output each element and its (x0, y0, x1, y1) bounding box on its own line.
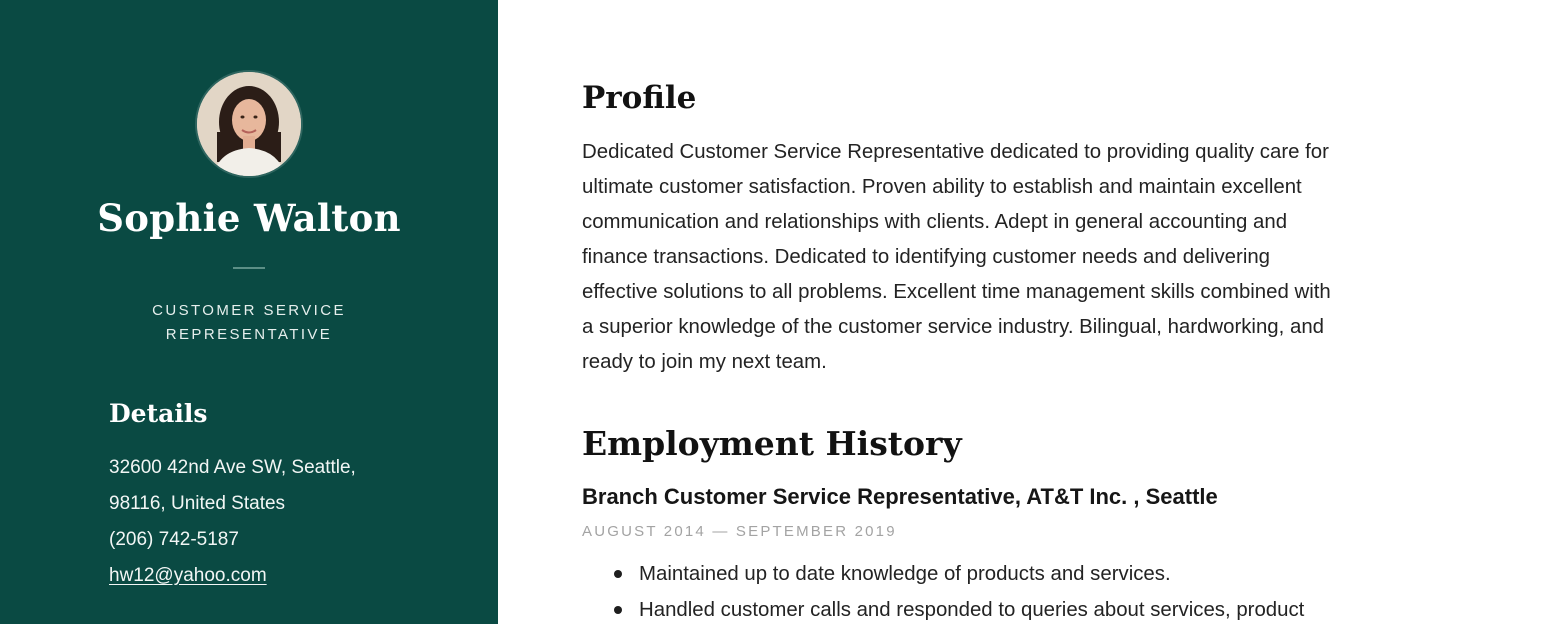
avatar (197, 72, 301, 176)
profile-line: finance transactions. Dedicated to ident… (582, 246, 1271, 268)
profile-line: ultimate customer satisfaction. Proven a… (582, 176, 1302, 198)
sidebar: Sophie Walton CUSTOMER SERVICE REPRESENT… (0, 0, 498, 624)
profile-line: Dedicated Customer Service Representativ… (582, 141, 1329, 163)
job-role-title: Branch Customer Service Representative, … (582, 484, 1218, 509)
job-dates: AUGUST 2014 — SEPTEMBER 2019 (582, 523, 897, 540)
profile-heading: Profile (582, 80, 697, 116)
email-link[interactable]: hw12@yahoo.com (109, 558, 356, 594)
details-list: 32600 42nd Ave SW, Seattle, 98116, Unite… (109, 450, 356, 594)
bullet-text: Handled customer calls and responded to … (639, 599, 1305, 621)
job-title: CUSTOMER SERVICE REPRESENTATIVE (152, 302, 346, 343)
bullet-icon (614, 606, 622, 614)
details-heading: Details (109, 399, 208, 428)
profile-line: a superior knowledge of the customer ser… (582, 316, 1324, 338)
name-divider (233, 267, 265, 269)
candidate-name: Sophie Walton (97, 196, 401, 240)
list-item: Maintained up to date knowledge of produ… (614, 556, 1304, 592)
profile-line: effective solutions to all problems. Exc… (582, 281, 1331, 303)
list-item: Handled customer calls and responded to … (614, 592, 1304, 628)
employment-heading: Employment History (582, 424, 962, 463)
job-bullet-list: Maintained up to date knowledge of produ… (614, 556, 1304, 628)
address-line-1: 32600 42nd Ave SW, Seattle, (109, 457, 356, 478)
profile-line: ready to join my next team. (582, 351, 827, 373)
bullet-text: Maintained up to date knowledge of produ… (639, 563, 1171, 585)
address-line-2: 98116, United States (109, 493, 286, 514)
phone-number: (206) 742-5187 (109, 529, 239, 550)
profile-summary: Dedicated Customer Service Representativ… (582, 135, 1462, 380)
bullet-icon (614, 570, 622, 578)
profile-line: communication and relationships with cli… (582, 211, 1288, 233)
